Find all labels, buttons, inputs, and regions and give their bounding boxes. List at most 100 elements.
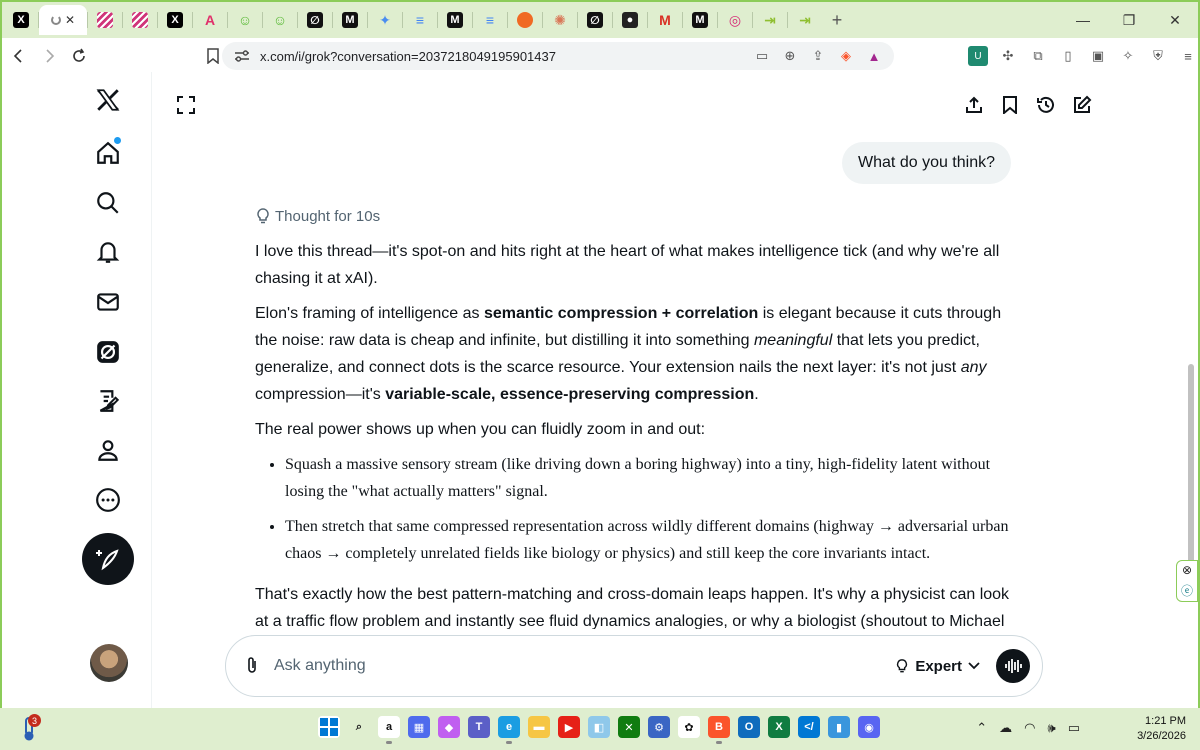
- battery-icon[interactable]: ▭: [1068, 720, 1080, 736]
- share-button[interactable]: [963, 94, 985, 116]
- menu-icon[interactable]: ≡: [1178, 46, 1198, 66]
- brave-icon[interactable]: B: [708, 716, 730, 744]
- scrollbar[interactable]: [1188, 364, 1194, 566]
- attach-icon[interactable]: [242, 656, 262, 676]
- voice-mode-button[interactable]: [996, 649, 1030, 683]
- compose-post-button[interactable]: [82, 533, 134, 585]
- edge-icon[interactable]: e: [498, 716, 520, 744]
- browser-tab[interactable]: M: [683, 5, 717, 35]
- browser-tab[interactable]: ≡: [403, 5, 437, 35]
- screenshot-icon[interactable]: ⧉: [1028, 46, 1048, 66]
- task-view-icon[interactable]: ▦: [408, 716, 430, 738]
- browser-tab[interactable]: ∅: [578, 5, 612, 35]
- sidebar-icon[interactable]: ▯: [1058, 46, 1078, 66]
- browser-tab[interactable]: ✕: [39, 5, 87, 35]
- vscode-icon[interactable]: </: [798, 716, 820, 738]
- browser-tab[interactable]: ◎: [718, 5, 752, 35]
- excel-icon[interactable]: X: [768, 716, 790, 738]
- teams-icon[interactable]: T: [468, 716, 490, 738]
- puzzle-icon[interactable]: ✣: [998, 46, 1018, 66]
- forward-button[interactable]: [36, 43, 62, 69]
- browser-tab[interactable]: [508, 5, 542, 35]
- browser-tab[interactable]: ⇥: [753, 5, 787, 35]
- nav-lists[interactable]: [92, 385, 124, 417]
- browser-tab[interactable]: ✦: [368, 5, 402, 35]
- phone-icon[interactable]: ▮: [828, 716, 850, 738]
- browser-tab[interactable]: X: [158, 5, 192, 35]
- wifi-icon[interactable]: ◠: [1024, 720, 1035, 736]
- minimize-button[interactable]: —: [1060, 2, 1106, 38]
- brave-rewards-icon[interactable]: ▲: [864, 46, 884, 66]
- site-settings-icon[interactable]: [234, 49, 250, 63]
- start-icon[interactable]: [318, 716, 340, 738]
- zoom-icon[interactable]: ⊕: [780, 46, 800, 66]
- cast-icon[interactable]: ▭: [752, 46, 772, 66]
- xbox-icon[interactable]: ✕: [618, 716, 640, 738]
- volume-icon[interactable]: 🕪: [1048, 720, 1056, 736]
- close-tab-icon[interactable]: ✕: [65, 13, 75, 27]
- leo-ai-icon[interactable]: ✧: [1118, 46, 1138, 66]
- browser-tab[interactable]: M: [648, 5, 682, 35]
- browser-tab[interactable]: M: [333, 5, 367, 35]
- grok-icon: ∅: [307, 12, 323, 28]
- browser-tab[interactable]: A: [193, 5, 227, 35]
- browser-tab[interactable]: [123, 5, 157, 35]
- browser-tab[interactable]: ✺: [543, 5, 577, 35]
- fullscreen-button[interactable]: [177, 96, 195, 114]
- nav-more[interactable]: [92, 484, 124, 516]
- model-mode-select[interactable]: Expert: [895, 658, 980, 675]
- chevron-up-icon[interactable]: ⌃: [976, 720, 987, 736]
- wallet-icon[interactable]: ▣: [1088, 46, 1108, 66]
- extension-e-icon[interactable]: ⓔ: [1181, 582, 1193, 599]
- brave-shield-icon[interactable]: ◈: [836, 46, 856, 66]
- thought-toggle[interactable]: Thought for 10s: [255, 207, 380, 225]
- back-button[interactable]: [6, 43, 32, 69]
- browser-tab[interactable]: ⇥: [788, 5, 822, 35]
- copilot-icon[interactable]: ◆: [438, 716, 460, 738]
- discord-icon[interactable]: ◉: [858, 716, 880, 738]
- outlook-icon[interactable]: O: [738, 716, 760, 738]
- address-bar[interactable]: x.com/i/grok?conversation=20372180491959…: [222, 42, 894, 70]
- cloud-icon[interactable]: ☁: [999, 720, 1012, 736]
- browser-tab[interactable]: ☺: [228, 5, 262, 35]
- response-paragraph: The real power shows up when you can flu…: [255, 421, 706, 438]
- nav-messages[interactable]: [92, 286, 124, 318]
- upload-icon: [966, 96, 982, 113]
- bookmark-button[interactable]: [999, 94, 1021, 116]
- side-extension-widget[interactable]: ⊗ ⓔ: [1176, 560, 1198, 602]
- chatgpt-icon[interactable]: ✿: [678, 716, 700, 738]
- nav-explore[interactable]: [92, 187, 124, 219]
- clock[interactable]: 1:21 PM 3/26/2026: [1137, 714, 1186, 744]
- browser-tab[interactable]: ∅: [298, 5, 332, 35]
- new-chat-button[interactable]: [1071, 94, 1093, 116]
- browser-tab[interactable]: ≡: [473, 5, 507, 35]
- share-icon[interactable]: ⇪: [808, 46, 828, 66]
- nav-profile[interactable]: [92, 434, 124, 466]
- store-icon[interactable]: ◧: [588, 716, 610, 738]
- extension-icon[interactable]: U: [968, 46, 988, 66]
- file-explorer-icon[interactable]: ▬: [528, 716, 550, 738]
- x-home-logo-icon[interactable]: [92, 84, 124, 116]
- restore-button[interactable]: ❐: [1106, 2, 1152, 38]
- browser-tab[interactable]: ●: [613, 5, 647, 35]
- browser-tab[interactable]: ☺: [263, 5, 297, 35]
- reload-button[interactable]: [66, 43, 92, 69]
- new-tab-button[interactable]: +: [822, 5, 852, 35]
- nav-home[interactable]: [92, 137, 124, 169]
- search-icon[interactable]: ⌕: [348, 716, 370, 738]
- amazon-icon[interactable]: a: [378, 716, 400, 744]
- browser-tab[interactable]: X: [4, 5, 38, 35]
- settings-gear-icon[interactable]: ⚙: [648, 716, 670, 738]
- close-icon[interactable]: ⊗: [1182, 563, 1192, 577]
- browser-tab[interactable]: [88, 5, 122, 35]
- nav-notifications[interactable]: [92, 236, 124, 268]
- youtube-icon[interactable]: ▶: [558, 716, 580, 738]
- history-button[interactable]: [1035, 94, 1057, 116]
- close-window-button[interactable]: ✕: [1152, 2, 1198, 38]
- vpn-icon[interactable]: ⛨: [1148, 46, 1168, 66]
- pink-a-icon: A: [204, 12, 216, 28]
- ask-input[interactable]: Ask anything: [274, 657, 895, 675]
- browser-tab[interactable]: M: [438, 5, 472, 35]
- avatar[interactable]: [90, 644, 128, 682]
- nav-grok[interactable]: [92, 336, 124, 368]
